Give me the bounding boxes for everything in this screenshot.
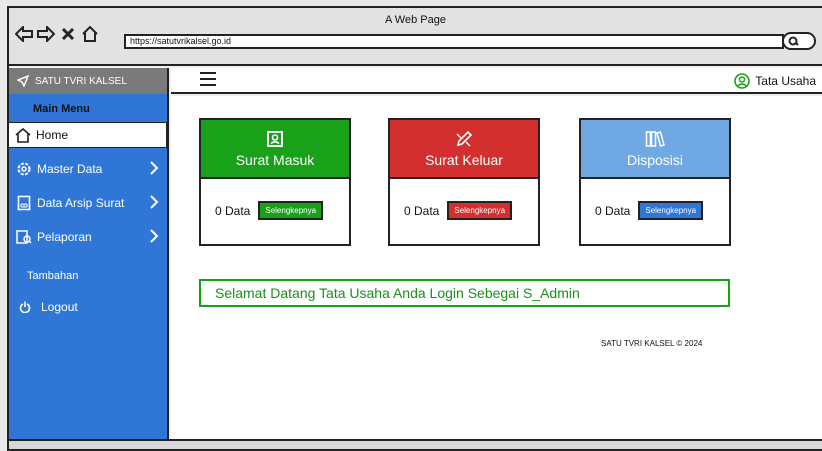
card-body: 0 Data Selengkepnya: [201, 179, 349, 220]
menu-toggle-icon[interactable]: [200, 72, 216, 90]
card-surat-masuk: Surat Masuk 0 Data Selengkepnya: [199, 118, 351, 246]
chevron-right-icon: [150, 161, 159, 175]
sidebar-item-label: Pelaporan: [37, 230, 92, 244]
brand-bar: SATU TVRI KALSEL: [9, 68, 167, 94]
home-icon: [14, 126, 32, 144]
power-icon: [19, 301, 31, 313]
chevron-right-icon: [150, 229, 159, 243]
search-button[interactable]: [782, 32, 816, 50]
back-icon[interactable]: [15, 24, 33, 44]
sidebar-item-label: Master Data: [37, 162, 103, 176]
card-disposisi: Disposisi 0 Data Selengkepnya: [579, 118, 731, 246]
user-icon: [734, 73, 751, 89]
address-bar[interactable]: https://satutvrikalsel.go.id: [124, 34, 784, 49]
selengkepnya-button[interactable]: Selengkepnya: [258, 201, 324, 220]
sidebar-item-pelaporan[interactable]: Pelaporan: [9, 224, 167, 250]
brand-name: SATU TVRI KALSEL: [35, 75, 127, 87]
card-count: 0 Data: [215, 203, 251, 218]
top-bar: Tata Usaha: [171, 68, 822, 94]
user-name: Tata Usaha: [755, 74, 816, 88]
menu-heading: Main Menu: [33, 103, 90, 115]
send-icon: [17, 75, 29, 87]
report-icon: [15, 228, 33, 246]
card-header: Disposisi: [581, 120, 729, 179]
logout-button[interactable]: Logout: [9, 300, 167, 314]
selengkepnya-button[interactable]: Selengkepnya: [638, 201, 704, 220]
close-icon[interactable]: [59, 24, 77, 44]
selengkepnya-button[interactable]: Selengkepnya: [447, 201, 513, 220]
sidebar-item-data-arsip-surat[interactable]: Data Arsip Surat: [9, 190, 167, 216]
books-icon: [645, 130, 665, 147]
card-title: Surat Keluar: [425, 151, 503, 168]
section-label: Tambahan: [27, 270, 79, 282]
card-title: Disposisi: [626, 151, 683, 168]
forward-icon[interactable]: [37, 24, 55, 44]
title-bar: A Web Page https://satutvrikalsel.go.id: [9, 8, 822, 66]
sidebar-item-label: Data Arsip Surat: [37, 196, 125, 210]
edit-icon: [456, 130, 473, 146]
card-header: Surat Masuk: [201, 120, 349, 179]
card-header: Surat Keluar: [390, 120, 538, 179]
sidebar-item-master-data[interactable]: Master Data: [9, 156, 167, 182]
user-menu[interactable]: Tata Usaha: [734, 73, 816, 89]
home-nav-icon[interactable]: [81, 24, 99, 44]
sidebar-item-label: Home: [36, 128, 69, 142]
status-bar: [9, 439, 822, 449]
chevron-right-icon: [150, 195, 159, 209]
sidebar-item-home[interactable]: Home: [9, 122, 167, 148]
welcome-banner: Selamat Datang Tata Usaha Anda Login Seb…: [199, 279, 730, 307]
card-body: 0 Data Selengkepnya: [581, 179, 729, 220]
browser-window: A Web Page https://satutvrikalsel.go.id …: [7, 6, 822, 451]
sidebar: SATU TVRI KALSEL Main Menu Home Master D…: [9, 68, 169, 439]
card-surat-keluar: Surat Keluar 0 Data Selengkepnya: [388, 118, 540, 246]
card-count: 0 Data: [595, 203, 631, 218]
inbox-icon: [267, 130, 283, 147]
footer-text: SATU TVRI KALSEL © 2024: [601, 339, 703, 348]
card-title: Surat Masuk: [235, 151, 315, 168]
card-body: 0 Data Selengkepnya: [390, 179, 538, 220]
window-title: A Web Page: [385, 14, 446, 26]
logout-label: Logout: [41, 300, 78, 314]
nav-controls: [15, 24, 99, 44]
card-count: 0 Data: [404, 203, 440, 218]
archive-icon: [15, 194, 33, 212]
gear-icon: [15, 160, 33, 178]
main-content: Surat Masuk 0 Data Selengkepnya Surat Ke…: [171, 96, 822, 439]
